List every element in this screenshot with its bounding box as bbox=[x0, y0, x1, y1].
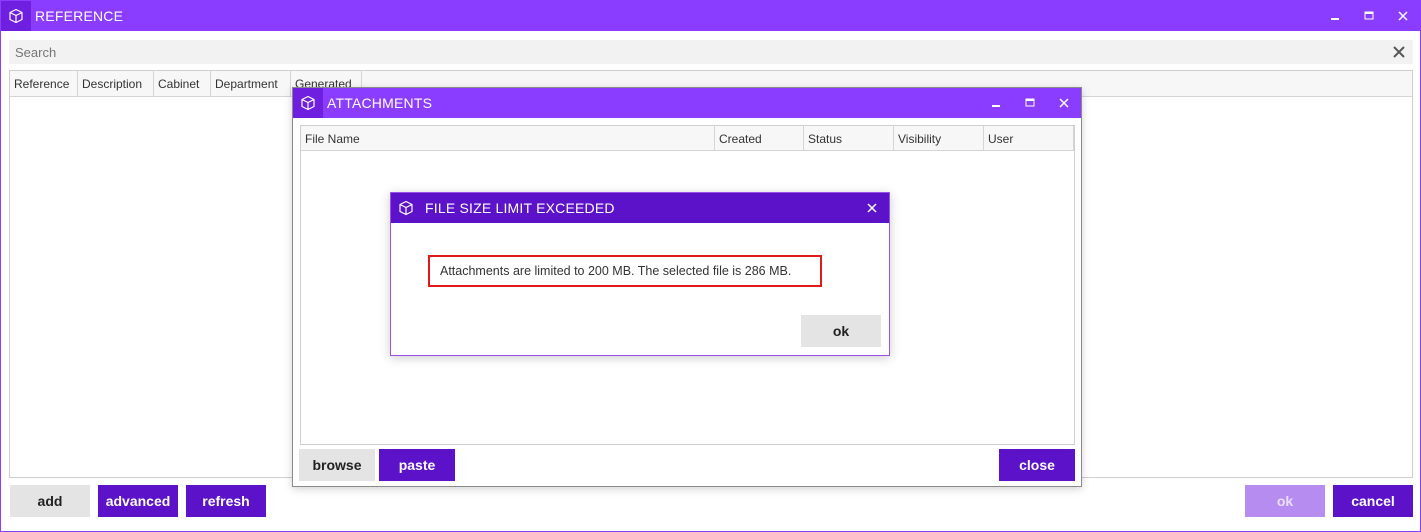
attachments-grid-header: File Name Created Status Visibility User bbox=[301, 126, 1074, 151]
dialog-title: FILE SIZE LIMIT EXCEEDED bbox=[425, 200, 615, 216]
app-cube-icon bbox=[1, 1, 31, 31]
column-header-file-name[interactable]: File Name bbox=[301, 126, 715, 150]
search-bar bbox=[9, 40, 1413, 64]
column-header-created[interactable]: Created bbox=[715, 126, 804, 150]
column-header-reference[interactable]: Reference bbox=[10, 71, 78, 96]
column-header-department[interactable]: Department bbox=[211, 71, 291, 96]
close-icon[interactable] bbox=[855, 193, 889, 223]
search-input[interactable] bbox=[15, 44, 1387, 60]
cancel-button[interactable]: cancel bbox=[1333, 485, 1413, 517]
minimize-icon[interactable] bbox=[1318, 1, 1352, 31]
close-icon[interactable] bbox=[1047, 88, 1081, 118]
column-header-status[interactable]: Status bbox=[804, 126, 894, 150]
paste-button[interactable]: paste bbox=[379, 449, 455, 481]
attachments-title-bar: ATTACHMENTS bbox=[293, 88, 1081, 118]
dialog-message: Attachments are limited to 200 MB. The s… bbox=[428, 255, 822, 287]
add-button[interactable]: add bbox=[10, 485, 90, 517]
advanced-button[interactable]: advanced bbox=[98, 485, 178, 517]
clear-search-icon[interactable] bbox=[1387, 40, 1411, 64]
attachments-title: ATTACHMENTS bbox=[327, 95, 433, 111]
column-header-cabinet[interactable]: Cabinet bbox=[154, 71, 211, 96]
app-cube-icon bbox=[391, 193, 421, 223]
dialog-ok-button[interactable]: ok bbox=[801, 315, 881, 347]
dialog-title-bar: FILE SIZE LIMIT EXCEEDED bbox=[391, 193, 889, 223]
close-icon[interactable] bbox=[1386, 1, 1420, 31]
file-size-limit-dialog: FILE SIZE LIMIT EXCEEDED Attachments are… bbox=[390, 192, 890, 356]
column-header-description[interactable]: Description bbox=[78, 71, 154, 96]
reference-title-bar: REFERENCE bbox=[1, 1, 1420, 31]
reference-title: REFERENCE bbox=[35, 8, 124, 24]
refresh-button[interactable]: refresh bbox=[186, 485, 266, 517]
column-header-visibility[interactable]: Visibility bbox=[894, 126, 984, 150]
app-cube-icon bbox=[293, 88, 323, 118]
minimize-icon[interactable] bbox=[979, 88, 1013, 118]
maximize-icon[interactable] bbox=[1013, 88, 1047, 118]
ok-button[interactable]: ok bbox=[1245, 485, 1325, 517]
column-header-user[interactable]: User bbox=[984, 126, 1074, 150]
maximize-icon[interactable] bbox=[1352, 1, 1386, 31]
close-button[interactable]: close bbox=[999, 449, 1075, 481]
browse-button[interactable]: browse bbox=[299, 449, 375, 481]
